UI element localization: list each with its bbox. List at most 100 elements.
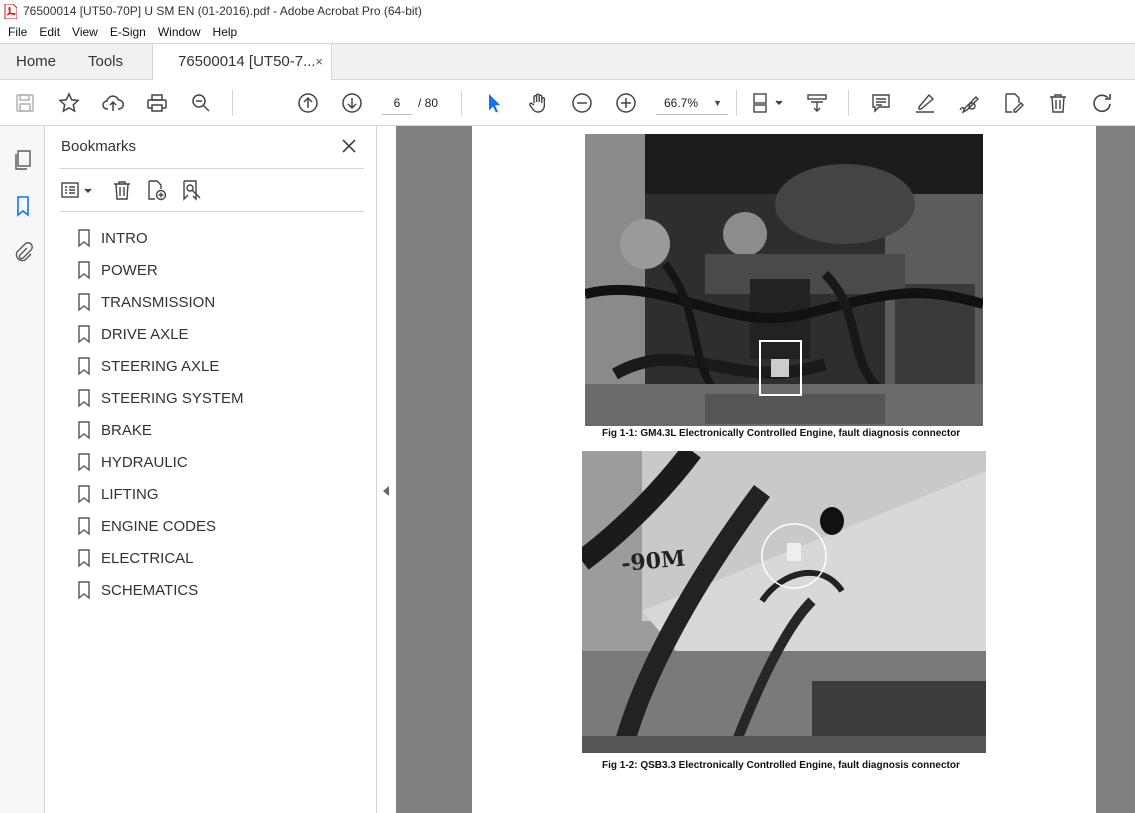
zoom-out-icon[interactable] [569,90,595,116]
bookmark-label: POWER [101,261,158,279]
bookmark-item[interactable]: ENGINE CODES [77,510,367,542]
engine-photo-gm43l [585,134,983,426]
bookmark-label: LIFTING [101,485,159,503]
bookmark-properties-icon[interactable] [180,177,202,203]
acrobat-pdf-icon [4,3,17,19]
bookmark-label: STEERING SYSTEM [101,389,244,407]
zoom-search-icon[interactable] [188,90,214,116]
zoom-value: 66.7% [664,96,699,110]
bookmark-icon [78,421,90,439]
bookmark-label: STEERING AXLE [101,357,220,375]
bookmark-icon [78,453,90,471]
bookmark-options-button[interactable] [59,177,95,203]
bookmark-item[interactable]: TRANSMISSION [77,286,367,318]
bookmark-icon [78,517,90,535]
bookmark-icon [78,229,90,247]
zoom-in-icon[interactable] [613,90,639,116]
comment-icon[interactable] [868,90,894,116]
edit-pdf-icon[interactable] [1000,90,1026,116]
bookmarks-panel: Bookmarks INTRO POWER TRANSMISSION DRIVE AX… [45,126,377,813]
window-title: 76500014 [UT50-70P] U SM EN (01-2016).pd… [23,4,422,18]
page-number-input[interactable] [382,91,412,115]
tab-document-label: 76500014 [UT50-7... [178,53,316,70]
pdf-page: Fig 1-1: GM4.3L Electronically Controlle… [472,126,1096,813]
page-down-icon[interactable] [339,90,365,116]
bookmark-item[interactable]: POWER [77,254,367,286]
bookmark-label: TRANSMISSION [101,293,216,311]
bookmark-item[interactable]: STEERING SYSTEM [77,382,367,414]
hand-icon[interactable] [525,90,551,116]
bookmark-icon [78,581,90,599]
bookmark-label: SCHEMATICS [101,581,199,599]
star-icon[interactable] [56,90,82,116]
menu-esign[interactable]: E-Sign [104,22,152,43]
bookmark-item[interactable]: BRAKE [77,414,367,446]
bookmark-icon [78,261,90,279]
bookmark-icon [78,549,90,567]
bookmark-label: ELECTRICAL [101,549,194,567]
page-layout-icon[interactable] [749,90,785,116]
title-bar: 76500014 [UT50-70P] U SM EN (01-2016).pd… [0,0,1135,22]
bookmark-icon [78,389,90,407]
engine-photo-qsb33: -90M [582,451,986,753]
bookmark-item[interactable]: SCHEMATICS [77,574,367,606]
main-toolbar: / 80 66.7% ▼ [0,80,1135,126]
menu-edit[interactable]: Edit [33,22,66,43]
delete-bookmark-icon[interactable] [111,177,133,203]
left-rail [0,126,45,813]
highlight-icon[interactable] [912,90,938,116]
document-viewer[interactable]: Fig 1-1: GM4.3L Electronically Controlle… [396,126,1135,813]
menu-help[interactable]: Help [207,22,244,43]
bookmark-rail-icon[interactable] [10,193,36,219]
zoom-dropdown[interactable]: 66.7% ▼ [656,91,728,115]
menu-window[interactable]: Window [152,22,207,43]
select-arrow-icon[interactable] [481,90,507,116]
close-icon[interactable] [339,136,359,156]
bookmark-label: INTRO [101,229,148,247]
tab-document[interactable]: 76500014 [UT50-7... × [152,44,332,81]
bookmark-item[interactable]: LIFTING [77,478,367,510]
pages-icon[interactable] [10,147,36,173]
tab-close-icon[interactable]: × [315,44,323,80]
bookmark-item[interactable]: ELECTRICAL [77,542,367,574]
bookmark-icon [78,325,90,343]
redo-icon[interactable] [1089,90,1115,116]
page-up-icon[interactable] [295,90,321,116]
collapse-arrow-icon[interactable] [383,486,389,496]
save-icon[interactable] [12,90,38,116]
attachment-icon[interactable] [10,239,36,265]
bookmark-label: HYDRAULIC [101,453,188,471]
menu-view[interactable]: View [66,22,104,43]
toolbar-separator [848,90,849,116]
new-bookmark-icon[interactable] [145,177,167,203]
upload-icon[interactable] [100,90,126,116]
svg-text:-90M: -90M [620,545,686,576]
figure-caption-1: Fig 1-1: GM4.3L Electronically Controlle… [602,428,961,439]
bookmark-list: INTRO POWER TRANSMISSION DRIVE AXLE STEERING… [77,222,367,606]
bookmark-item[interactable]: STEERING AXLE [77,350,367,382]
tab-home[interactable]: Home [16,44,56,80]
menu-bar: File Edit View E-Sign Window Help [0,22,1135,43]
panel-splitter[interactable] [377,126,396,813]
toolbar-separator [232,90,233,116]
print-icon[interactable] [144,90,170,116]
divider [59,168,364,169]
scroll-mode-icon[interactable] [804,90,830,116]
toolbar-separator [736,90,737,116]
divider [59,211,364,212]
bookmark-icon [78,357,90,375]
figure-caption-2: Fig 1-2: QSB3.3 Electronically Controlle… [602,760,960,771]
bookmark-item[interactable]: INTRO [77,222,367,254]
viewer-background [1096,126,1135,813]
bookmark-item[interactable]: DRIVE AXLE [77,318,367,350]
trash-icon[interactable] [1045,90,1071,116]
bookmark-icon [78,485,90,503]
menu-file[interactable]: File [2,22,33,43]
tab-tools[interactable]: Tools [88,44,123,80]
bookmark-label: DRIVE AXLE [101,325,189,343]
bookmark-label: ENGINE CODES [101,517,217,535]
bookmark-item[interactable]: HYDRAULIC [77,446,367,478]
tab-bar: Home Tools 76500014 [UT50-7... × [0,43,1135,81]
sign-icon[interactable] [956,90,982,116]
bookmark-icon [78,293,90,311]
